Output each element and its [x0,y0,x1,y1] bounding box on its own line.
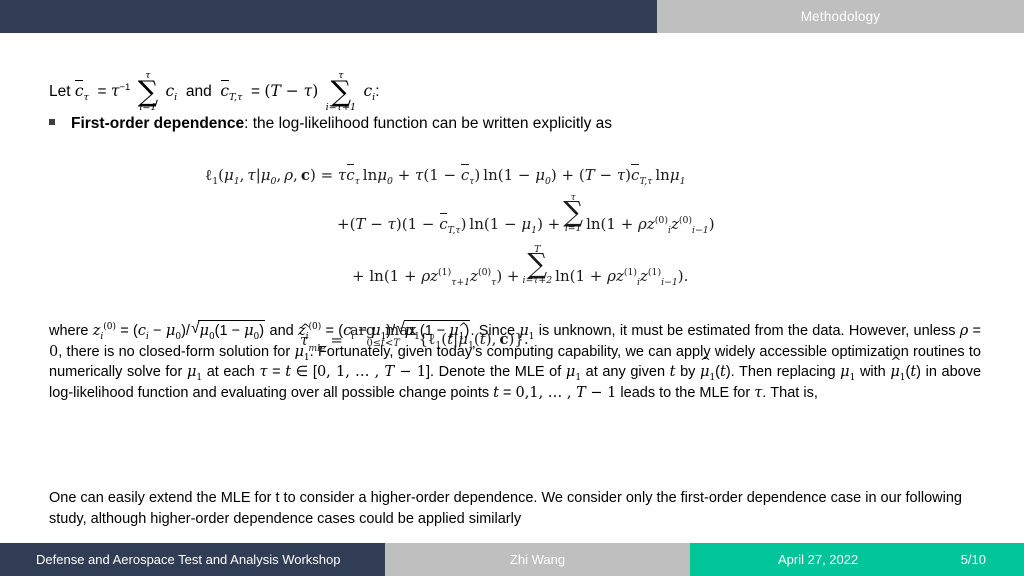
footer-page-number: 5/10 [960,552,986,567]
footer-workshop: Defense and Aerospace Test and Analysis … [0,543,385,576]
paragraph-final: One can easily extend the MLE for t to c… [49,490,962,527]
footer-right-block: April 27, 2022 5/10 [690,543,1024,576]
mle-equation: τ ^ mle = arg max 0≤t<T {ℓ1(t|μ ^ 1(t), c)}. [0,321,1024,355]
bullet-text: : the log-likelihood function can be wri… [244,115,613,132]
bullet-square-icon [49,119,55,125]
footer-date: April 27, 2022 [778,552,859,567]
equation-line-2: +(T − τ)(1 − cT,τ) ln(1 − μ1) + τ ∑ i=1 ln… [337,191,715,236]
log-likelihood-equation: ℓ1(μ1, τ|μ0, ρ, c) = τcτ lnμ0 + τ(1 − cτ… [0,151,1024,288]
header-left-block [0,0,657,33]
slide-content: Let cτ = τ−1 τ ∑ i=1 ci and cT,τ = (T − τ)… [0,33,1024,543]
slide-header: Methodology [0,0,1024,33]
slide-footer: Defense and Aerospace Test and Analysis … [0,543,1024,576]
bullet-label: First-order dependence [71,115,245,132]
mle-equation-line: τ ^ mle = arg max 0≤t<T {ℓ1(t|μ ^ 1(t), c)}. [300,321,529,355]
bullet-first-order-dependence: First-order dependence: the log-likeliho… [49,115,612,133]
equation-line-1: ℓ1(μ1, τ|μ0, ρ, c) = τcτ lnμ0 + τ(1 − cτ… [205,164,686,187]
let-definition-line: Let cτ = τ−1 τ ∑ i=1 ci and cT,τ = (T − τ)… [49,70,380,114]
footer-author: Zhi Wang [385,543,690,576]
header-right-block: Methodology [657,0,1024,33]
equation-line-3: + ln(1 + ρz(1)τ+1z(0)τ) + T ∑ i=τ+2 ln(1 +… [352,243,689,288]
page-title: Methodology [800,9,881,24]
